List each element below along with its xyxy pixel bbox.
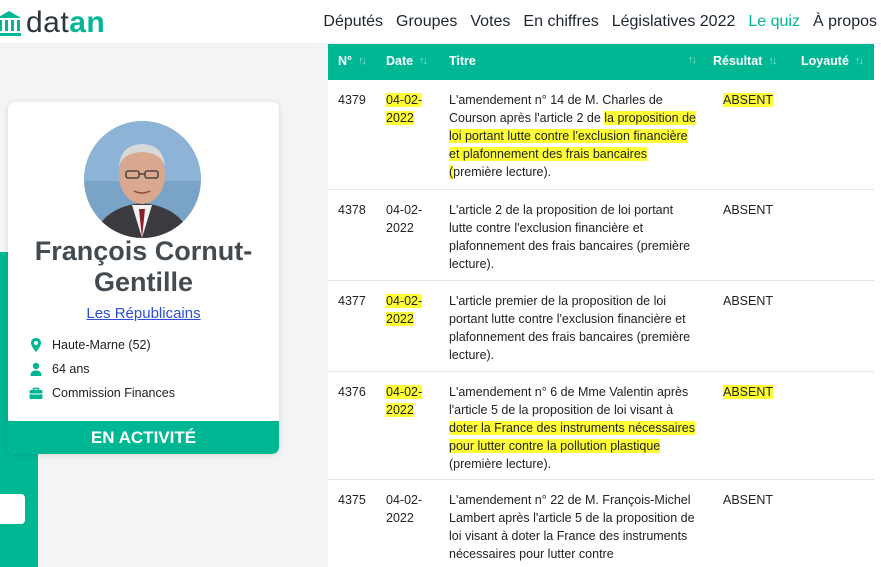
table-row[interactable]: 4376 04-02-2022 L'amendement n° 6 de Mme…	[328, 372, 874, 480]
votes-table: N° ↑↓ Date ↑↓ Titre ↑↓ Résultat ↑↓ Loyauté ↑…	[328, 44, 874, 567]
map-pin-icon	[31, 338, 41, 352]
table-row[interactable]: 4377 04-02-2022 L'article premier de la …	[328, 281, 874, 372]
nav-en-chiffres[interactable]: En chiffres	[523, 13, 598, 31]
nav-le-quiz[interactable]: Le quiz	[748, 13, 800, 31]
top-navbar: datan Députés Groupes Votes En chiffres …	[0, 0, 881, 44]
vote-result: ABSENT	[723, 385, 774, 399]
sort-icon: ↑↓	[768, 55, 777, 67]
nav-a-propos[interactable]: À propos	[813, 13, 877, 31]
col-title-header[interactable]: Titre	[449, 54, 476, 68]
vote-number: 4375	[338, 493, 366, 507]
deputy-name: François Cornut- Gentille	[34, 236, 253, 297]
vote-number: 4377	[338, 294, 366, 308]
vote-result: ABSENT	[723, 493, 774, 507]
table-row[interactable]: 4375 04-02-2022 L'amendement n° 22 de M.…	[328, 480, 874, 567]
sort-icon: ↑↓	[688, 54, 697, 66]
main-nav: Députés Groupes Votes En chiffres Législ…	[323, 13, 877, 31]
location-info: Haute-Marne (52)	[28, 337, 151, 353]
vote-date: 04-02-2022	[386, 294, 423, 326]
status-badge: EN ACTIVITÉ	[8, 421, 279, 454]
vote-number: 4379	[338, 93, 366, 107]
sort-icon: ↑↓	[419, 55, 428, 67]
person-icon	[30, 362, 42, 376]
site-logo[interactable]: datan	[0, 5, 105, 41]
party-link[interactable]: Les Républicains	[8, 305, 279, 322]
nav-votes[interactable]: Votes	[470, 13, 510, 31]
vote-title[interactable]: L'article 2 de la proposition de loi por…	[449, 201, 699, 273]
table-row[interactable]: 4379 04-02-2022 L'amendement n° 14 de M.…	[328, 80, 874, 190]
table-header: N° ↑↓ Date ↑↓ Titre ↑↓ Résultat ↑↓ Loyauté ↑…	[328, 44, 874, 80]
col-num-header[interactable]: N° ↑↓	[338, 54, 367, 68]
vote-result: ABSENT	[723, 294, 774, 308]
deputy-card: François Cornut- Gentille Les Républicai…	[8, 102, 279, 454]
col-loyalty-header[interactable]: Loyauté ↑↓	[801, 54, 864, 68]
sort-icon: ↑↓	[854, 55, 864, 67]
vote-title[interactable]: L'amendement n° 14 de M. Charles de Cour…	[449, 91, 699, 181]
nav-legislatives-2022[interactable]: Législatives 2022	[612, 13, 736, 31]
vote-date: 04-02-2022	[386, 493, 423, 525]
avatar	[84, 121, 201, 238]
vote-title[interactable]: L'article premier de la proposition de l…	[449, 292, 699, 364]
vote-number: 4378	[338, 203, 366, 217]
vote-date: 04-02-2022	[386, 203, 423, 235]
table-row[interactable]: 4378 04-02-2022 L'article 2 de la propos…	[328, 190, 874, 281]
age-info: 64 ans	[28, 361, 90, 377]
vote-title[interactable]: L'amendement n° 22 de M. François-Michel…	[449, 491, 699, 563]
vote-title[interactable]: L'amendement n° 6 de Mme Valentin après …	[449, 383, 699, 473]
col-date-header[interactable]: Date ↑↓	[386, 54, 428, 68]
title-sort[interactable]: ↑↓	[682, 54, 697, 66]
vote-date: 04-02-2022	[386, 93, 423, 125]
vote-date: 04-02-2022	[386, 385, 423, 417]
page-edge	[874, 44, 881, 567]
col-result-header[interactable]: Résultat ↑↓	[713, 54, 777, 68]
nav-groupes[interactable]: Groupes	[396, 13, 457, 31]
sort-icon: ↑↓	[358, 55, 367, 67]
vote-result: ABSENT	[723, 203, 774, 217]
briefcase-icon	[29, 387, 43, 399]
sidebar-input-stub[interactable]	[0, 494, 25, 524]
nav-deputes[interactable]: Députés	[323, 13, 383, 31]
commission-info: Commission Finances	[28, 385, 175, 401]
vote-number: 4376	[338, 385, 366, 399]
vote-result: ABSENT	[723, 93, 774, 107]
logo-text: datan	[26, 6, 106, 39]
parliament-icon	[0, 11, 21, 36]
